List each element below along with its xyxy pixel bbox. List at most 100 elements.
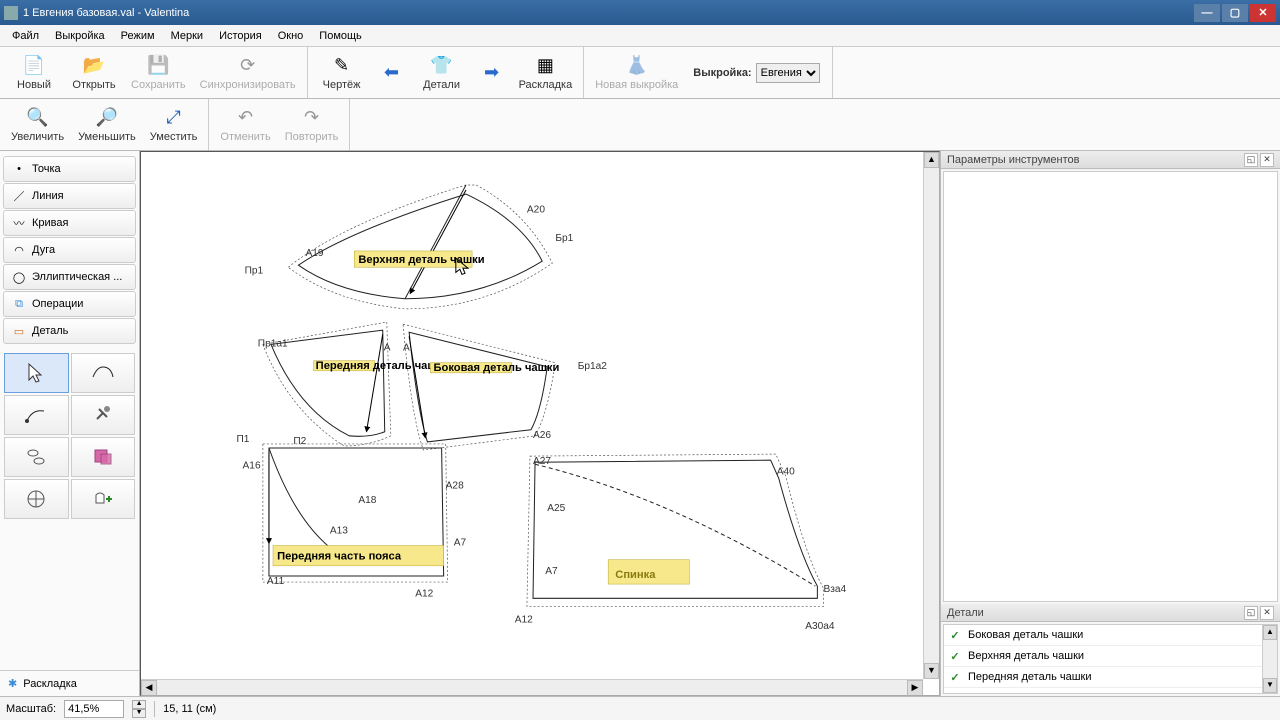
- mode-details-button[interactable]: 👕Детали: [414, 50, 470, 95]
- cursor-coords: 15, 11 (см): [163, 703, 216, 715]
- tool-category-layout[interactable]: ✱Раскладка: [0, 670, 139, 696]
- curve-icon: 〰: [12, 216, 26, 230]
- window-minimize-button[interactable]: —: [1194, 4, 1220, 22]
- undo-icon: ↶: [233, 106, 259, 129]
- tool-category-detail[interactable]: ▭Деталь: [3, 318, 136, 344]
- save-icon: 💾: [145, 54, 171, 77]
- zoom-fit-icon: ⤢: [161, 106, 187, 129]
- tool-internal-path[interactable]: [4, 395, 69, 435]
- scale-input[interactable]: [64, 700, 124, 718]
- new-button[interactable]: 📄Новый: [6, 50, 62, 95]
- menu-mode[interactable]: Режим: [115, 28, 161, 44]
- menu-measure[interactable]: Мерки: [165, 28, 209, 44]
- tool-category-curve[interactable]: 〰Кривая: [3, 210, 136, 236]
- pattern-selector-label: Выкройка: Евгения: [687, 50, 825, 95]
- canvas-horizontal-scrollbar[interactable]: ◀ ▶: [141, 679, 923, 695]
- layout-grid-icon: ▦: [532, 54, 558, 77]
- canvas-area[interactable]: Верхняя деталь чашки A20 Бр1 A19 Пр1 Пер…: [140, 151, 940, 696]
- zoom-out-button[interactable]: 🔎Уменьшить: [73, 102, 141, 147]
- zoom-out-icon: 🔎: [94, 106, 120, 129]
- undo-button[interactable]: ↶Отменить: [215, 102, 275, 147]
- tool-category-line[interactable]: ／Линия: [3, 183, 136, 209]
- piece-path-icon: [91, 363, 115, 383]
- menu-pattern[interactable]: Выкройка: [49, 28, 111, 44]
- svg-text:A12: A12: [415, 588, 433, 599]
- shirt-icon: 👕: [429, 54, 455, 77]
- app-icon: [4, 6, 18, 20]
- zoom-in-icon: 🔍: [25, 106, 51, 129]
- point-icon: •: [12, 162, 26, 176]
- window-maximize-button[interactable]: ▢: [1222, 4, 1248, 22]
- panel-close-button[interactable]: ✕: [1260, 606, 1274, 620]
- details-row[interactable]: ✓Боковая деталь чашки: [944, 625, 1277, 646]
- new-pattern-button[interactable]: 👗Новая выкройка: [590, 50, 683, 95]
- mode-next-button[interactable]: ➡: [474, 50, 510, 95]
- panel-undock-button[interactable]: ◱: [1244, 606, 1258, 620]
- svg-text:Боковая деталь чашки: Боковая деталь чашки: [433, 362, 559, 374]
- details-row[interactable]: ✓Передняя деталь чашки: [944, 667, 1277, 688]
- open-button[interactable]: 📂Открыть: [66, 50, 122, 95]
- details-scrollbar[interactable]: ▲ ▼: [1262, 625, 1277, 693]
- redo-button[interactable]: ↷Повторить: [280, 102, 344, 147]
- tool-category-elliptical[interactable]: ◯Эллиптическая ...: [3, 264, 136, 290]
- pattern-select[interactable]: Евгения: [756, 63, 820, 83]
- scale-spinner[interactable]: ▲ ▼: [132, 700, 146, 718]
- tool-category-arc[interactable]: ◠Дуга: [3, 237, 136, 263]
- svg-text:Пр1: Пр1: [245, 265, 264, 276]
- duplicate-detail-icon: [92, 489, 114, 509]
- detail-icon: ▭: [12, 324, 26, 338]
- save-button[interactable]: 💾Сохранить: [126, 50, 191, 95]
- panel-undock-button[interactable]: ◱: [1244, 153, 1258, 167]
- arc-icon: ◠: [12, 243, 26, 257]
- menu-file[interactable]: Файл: [6, 28, 45, 44]
- svg-text:Бр1а2: Бр1а2: [578, 361, 608, 372]
- pattern-canvas[interactable]: Верхняя деталь чашки A20 Бр1 A19 Пр1 Пер…: [141, 152, 923, 679]
- operations-icon: ⧉: [12, 297, 26, 311]
- tool-pin[interactable]: [71, 395, 136, 435]
- mode-layout-button[interactable]: ▦Раскладка: [514, 50, 578, 95]
- tool-insert-node[interactable]: [4, 437, 69, 477]
- mode-draft-button[interactable]: ✎Чертёж: [314, 50, 370, 95]
- details-row[interactable]: ✓Верхняя деталь чашки: [944, 646, 1277, 667]
- tool-union[interactable]: [71, 437, 136, 477]
- mode-prev-button[interactable]: ⬅: [374, 50, 410, 95]
- zoom-in-button[interactable]: 🔍Увеличить: [6, 102, 69, 147]
- tool-true-darts[interactable]: [4, 479, 69, 519]
- canvas-vertical-scrollbar[interactable]: ▲ ▼: [923, 152, 939, 679]
- menu-window[interactable]: Окно: [272, 28, 310, 44]
- scroll-right-icon[interactable]: ▶: [907, 680, 923, 696]
- tool-category-list: •Точка ／Линия 〰Кривая ◠Дуга ◯Эллиптическ…: [0, 151, 139, 349]
- window-close-button[interactable]: ✕: [1250, 4, 1276, 22]
- menu-bar: Файл Выкройка Режим Мерки История Окно П…: [0, 25, 1280, 47]
- details-list: ✓Боковая деталь чашки ✓Верхняя деталь ча…: [943, 624, 1278, 694]
- scroll-up-icon[interactable]: ▲: [924, 152, 939, 168]
- svg-text:Передняя часть пояса: Передняя часть пояса: [277, 551, 402, 563]
- scale-up-button[interactable]: ▲: [132, 700, 146, 709]
- svg-text:A27: A27: [533, 456, 551, 467]
- svg-text:A: A: [384, 343, 391, 354]
- scale-down-button[interactable]: ▼: [132, 709, 146, 718]
- tool-piece-path[interactable]: [71, 353, 136, 393]
- window-titlebar: 1 Евгения базовая.val - Valentina — ▢ ✕: [0, 0, 1280, 25]
- tool-category-point[interactable]: •Точка: [3, 156, 136, 182]
- svg-text:Пр1а1: Пр1а1: [258, 338, 288, 349]
- scroll-down-icon[interactable]: ▼: [924, 663, 939, 679]
- menu-help[interactable]: Помощь: [313, 28, 368, 44]
- zoom-fit-button[interactable]: ⤢Уместить: [145, 102, 203, 147]
- scroll-down-icon[interactable]: ▼: [1263, 678, 1277, 693]
- sync-button[interactable]: ⟳Синхронизировать: [195, 50, 301, 95]
- svg-text:A12: A12: [515, 615, 533, 626]
- true-darts-icon: [25, 488, 47, 510]
- scroll-left-icon[interactable]: ◀: [141, 680, 157, 696]
- tool-pointer[interactable]: [4, 353, 69, 393]
- menu-history[interactable]: История: [213, 28, 268, 44]
- tool-grid: [0, 349, 139, 523]
- panel-close-button[interactable]: ✕: [1260, 153, 1274, 167]
- tool-category-operations[interactable]: ⧉Операции: [3, 291, 136, 317]
- scroll-up-icon[interactable]: ▲: [1263, 625, 1277, 640]
- workspace: •Точка ／Линия 〰Кривая ◠Дуга ◯Эллиптическ…: [0, 151, 1280, 696]
- sync-icon: ⟳: [235, 54, 261, 77]
- svg-text:Бр1: Бр1: [555, 233, 573, 244]
- pin-icon: [93, 405, 113, 425]
- tool-duplicate-detail[interactable]: [71, 479, 136, 519]
